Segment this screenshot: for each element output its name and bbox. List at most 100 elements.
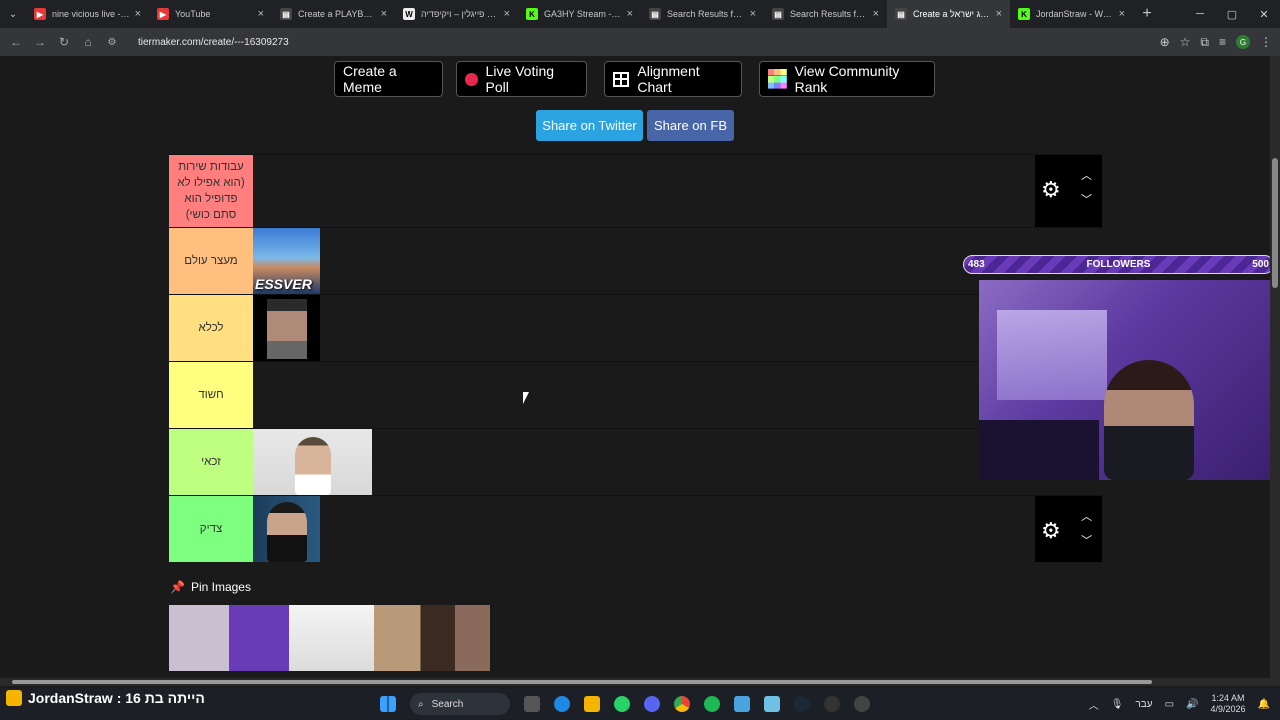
browser-tab[interactable]: ▤ Create a PLAYBOI CA ×	[272, 0, 395, 28]
file-explorer-icon[interactable]	[584, 696, 600, 712]
notepad-icon[interactable]	[764, 696, 780, 712]
browser-tab[interactable]: ▤ Create a דירוג ישראל ×	[887, 0, 1010, 28]
clock[interactable]: 1:24 AM 4/9/2026	[1211, 693, 1246, 715]
browser-tab[interactable]: ▶ YouTube ×	[149, 0, 272, 28]
tier-label[interactable]: חשוד	[169, 362, 253, 428]
browser-tab[interactable]: ▶ nine vicious live - You ×	[26, 0, 149, 28]
volume-icon[interactable]: 🔊	[1186, 699, 1198, 710]
site-info-icon[interactable]: ⚙	[100, 37, 124, 48]
create-meme-button[interactable]: Create a Meme	[334, 61, 443, 97]
tier-item-image[interactable]	[253, 496, 320, 562]
taskbar-search[interactable]: ⌕ Search	[410, 693, 510, 715]
chevron-up-icon[interactable]: ︿	[1081, 508, 1092, 524]
tier-items-dropzone[interactable]	[253, 362, 1035, 428]
browser-tab[interactable]: K JordanStraw - Watch ×	[1010, 0, 1133, 28]
gear-icon[interactable]: ⚙	[1041, 518, 1061, 544]
tier-label[interactable]: עבודות שירות (הוא אפילו לא פדופיל הוא סת…	[169, 155, 253, 227]
maximize-button[interactable]: ▢	[1216, 0, 1248, 28]
close-tab-icon[interactable]: ×	[135, 8, 141, 20]
back-icon[interactable]: ←	[4, 35, 28, 49]
chrome-icon[interactable]	[674, 696, 690, 712]
zoom-icon[interactable]: ⊕	[1160, 35, 1170, 49]
tier-item-image[interactable]	[253, 295, 320, 361]
tab-title: JordanStraw - Watch	[1036, 9, 1115, 19]
chevron-down-icon[interactable]: ﹀	[1081, 532, 1092, 548]
task-view-icon[interactable]	[524, 696, 540, 712]
stream-title-text: הייתה בת 16 : JordanStraw	[28, 690, 205, 706]
search-icon: ⌕	[418, 698, 424, 710]
tier-label[interactable]: צדיק	[169, 496, 253, 562]
steam-icon[interactable]	[794, 696, 810, 712]
reload-icon[interactable]: ↻	[52, 35, 76, 49]
close-tab-icon[interactable]: ×	[873, 8, 879, 20]
tier-items-dropzone[interactable]	[253, 429, 1035, 495]
vertical-scrollbar[interactable]	[1270, 56, 1280, 678]
close-tab-icon[interactable]: ×	[996, 8, 1002, 20]
tier-label[interactable]: מעצר עולם	[169, 228, 253, 294]
app-icon[interactable]	[854, 696, 870, 712]
tab-favicon-icon: K	[1018, 8, 1030, 20]
new-tab-button[interactable]: +	[1133, 5, 1161, 23]
tier-item-image[interactable]: ESSVER	[253, 228, 320, 294]
windows-start-icon[interactable]	[380, 696, 396, 712]
spotify-icon[interactable]	[704, 696, 720, 712]
url-field[interactable]: tiermaker.com/create/---16309273	[138, 37, 289, 48]
pool-image[interactable]	[169, 605, 289, 671]
clock-time: 1:24 AM	[1211, 693, 1245, 703]
pin-images-toggle[interactable]: 📌 Pin Images	[170, 580, 251, 594]
edge-icon[interactable]	[554, 696, 570, 712]
language-indicator[interactable]: עבר	[1135, 699, 1152, 710]
microphone-icon[interactable]: 🎙	[1111, 699, 1124, 710]
browser-tab[interactable]: K GA3HY Stream - Wat ×	[518, 0, 641, 28]
photos-icon[interactable]	[734, 696, 750, 712]
close-window-button[interactable]: ✕	[1248, 0, 1280, 28]
live-voting-poll-button[interactable]: Live Voting Poll	[456, 61, 587, 97]
discord-icon[interactable]	[644, 696, 660, 712]
close-tab-icon[interactable]: ×	[258, 8, 264, 20]
alignment-chart-button[interactable]: Alignment Chart	[604, 61, 742, 97]
pool-image[interactable]	[289, 605, 374, 671]
tab-favicon-icon: ▤	[772, 8, 784, 20]
browser-tab[interactable]: ▤ Search Results for 'ט ×	[764, 0, 887, 28]
tier-items-dropzone[interactable]: ESSVER	[253, 228, 1035, 294]
network-icon[interactable]: ▭	[1165, 699, 1174, 710]
horizontal-scrollbar-thumb[interactable]	[12, 680, 1152, 684]
chevron-up-icon[interactable]: ︿	[1081, 167, 1092, 183]
browser-menu-icon[interactable]: ⋮	[1260, 35, 1272, 49]
tab-search-button[interactable]: ⌄	[0, 0, 26, 28]
media-control-icon[interactable]: ≡	[1219, 35, 1226, 49]
forward-icon[interactable]: →	[28, 35, 52, 49]
tier-items-dropzone[interactable]	[253, 496, 1035, 562]
portrait-placeholder	[267, 299, 307, 359]
profile-avatar[interactable]: G	[1236, 35, 1250, 49]
browser-tab[interactable]: W משה פייגלין – ויקיפדיה ×	[395, 0, 518, 28]
chevron-down-icon[interactable]: ﹀	[1081, 191, 1092, 207]
tray-overflow-icon[interactable]: ︿	[1089, 697, 1099, 712]
scrollbar-thumb[interactable]	[1272, 158, 1278, 288]
close-tab-icon[interactable]: ×	[1119, 8, 1125, 20]
tier-items-dropzone[interactable]	[253, 155, 1035, 227]
tier-items-dropzone[interactable]	[253, 295, 1035, 361]
tier-label[interactable]: זכאי	[169, 429, 253, 495]
share-fb-button[interactable]: Share on FB	[647, 110, 734, 141]
home-icon[interactable]: ⌂	[76, 35, 100, 49]
tier-item-image[interactable]	[253, 429, 372, 495]
close-tab-icon[interactable]: ×	[750, 8, 756, 20]
view-community-rank-button[interactable]: View Community Rank	[759, 61, 935, 97]
close-tab-icon[interactable]: ×	[504, 8, 510, 20]
close-tab-icon[interactable]: ×	[381, 8, 387, 20]
gear-icon[interactable]: ⚙	[1041, 177, 1061, 203]
whatsapp-icon[interactable]	[614, 696, 630, 712]
pool-image[interactable]	[374, 605, 490, 671]
bookmark-star-icon[interactable]: ☆	[1180, 35, 1191, 49]
notification-bell-icon[interactable]: 🔔	[1258, 699, 1270, 710]
minimize-button[interactable]: ─	[1184, 0, 1216, 28]
close-tab-icon[interactable]: ×	[627, 8, 633, 20]
browser-tab[interactable]: ▤ Search Results for 'ט ×	[641, 0, 764, 28]
extensions-icon[interactable]: ⧉	[1200, 35, 1209, 50]
obs-icon[interactable]	[824, 696, 840, 712]
share-twitter-button[interactable]: Share on Twitter	[536, 110, 643, 141]
browser-tab-bar: ⌄ ▶ nine vicious live - You × ▶ YouTube × ▤ Cre…	[0, 0, 1280, 28]
tier-label[interactable]: לכלא	[169, 295, 253, 361]
horizontal-scrollbar[interactable]	[0, 678, 1280, 686]
